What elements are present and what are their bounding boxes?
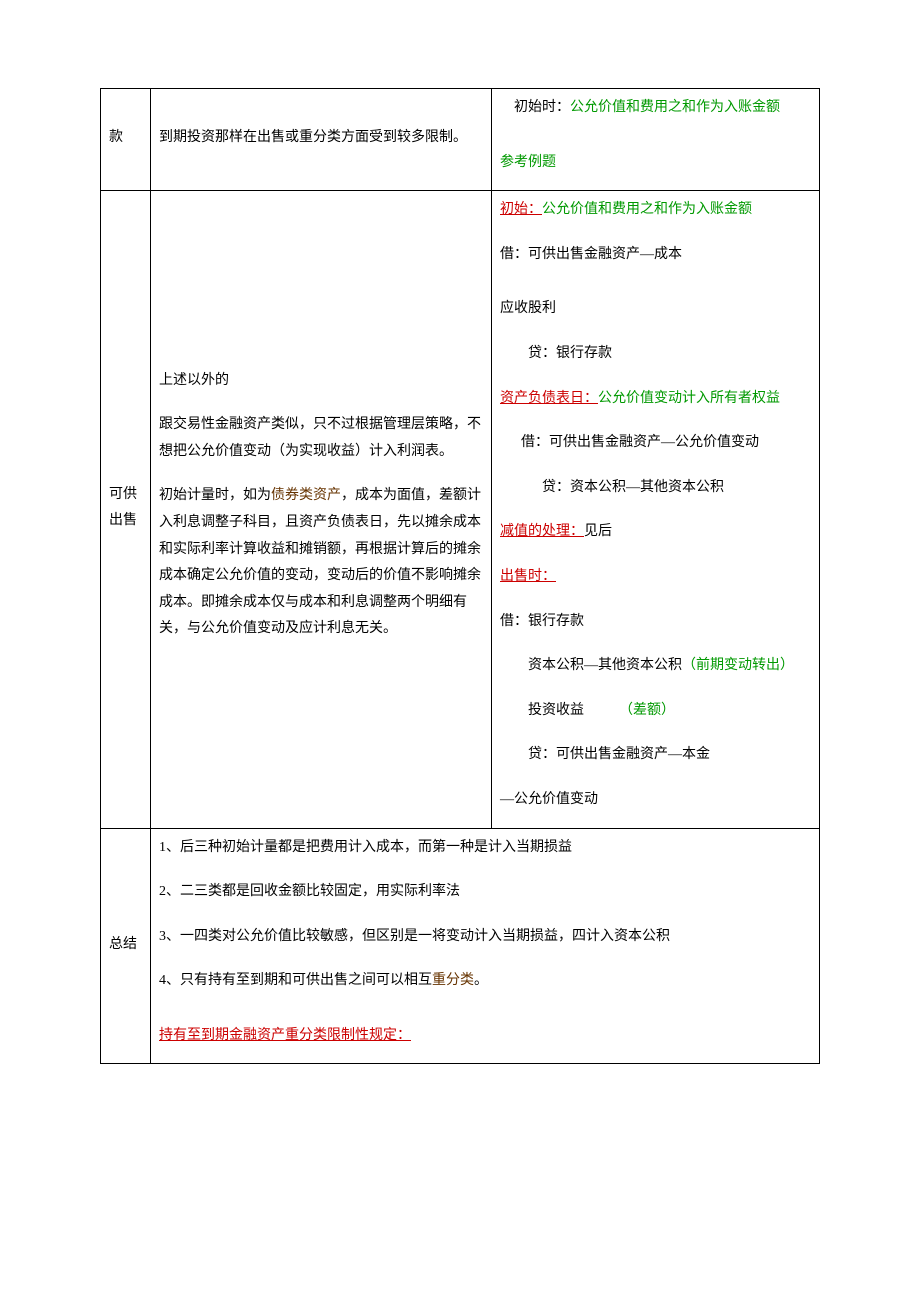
paragraph: 借：可供出售金融资产—成本	[500, 242, 811, 269]
paragraph: 3、一四类对公允价值比较敏感，但区别是一将变动计入当期损益，四计入资本公积	[159, 924, 811, 951]
paragraph: 初始时：公允价值和费用之和作为入账金额	[500, 95, 811, 122]
detail-cell: 初始时：公允价值和费用之和作为入账金额 参考例题	[492, 89, 820, 191]
paragraph: 上述以外的	[159, 368, 483, 395]
text: 初始时：	[500, 100, 570, 115]
paragraph: 资本公积—其他资本公积（前期变动转出）	[500, 653, 811, 680]
link-text: 出售时：	[500, 569, 556, 584]
highlight-text: 公允价值变动计入所有者权益	[598, 391, 780, 406]
paragraph: 2、二三类都是回收金额比较固定，用实际利率法	[159, 879, 811, 906]
paragraph: 贷：资本公积—其他资本公积	[500, 475, 811, 502]
paragraph: 跟交易性金融资产类似，只不过根据管理层策略，不想把公允价值变动（为实现收益）计入…	[159, 412, 483, 465]
paragraph: 初始计量时，如为债券类资产，成本为面值，差额计入利息调整子科目，且资产负债表日，…	[159, 483, 483, 643]
text: 到期投资那样在出售或重分类方面受到较多限制。	[159, 130, 467, 145]
text: 投资收益	[528, 703, 584, 718]
text: 4、只有持有至到期和可供出售之间可以相互	[159, 973, 432, 988]
paragraph: 投资收益 （差额）	[500, 698, 811, 725]
table-row: 可供出售 上述以外的 跟交易性金融资产类似，只不过根据管理层策略，不想把公允价值…	[101, 191, 820, 828]
paragraph: 贷：银行存款	[500, 341, 811, 368]
text: 。	[474, 973, 488, 988]
highlight-text: 公允价值和费用之和作为入账金额	[542, 202, 752, 217]
paragraph: 参考例题	[500, 150, 811, 177]
category-cell: 可供出售	[101, 191, 151, 828]
link-text: 持有至到期金融资产重分类限制性规定：	[159, 1028, 411, 1043]
paragraph: —公允价值变动	[500, 787, 811, 814]
category-cell: 款	[101, 89, 151, 191]
paragraph: 资产负债表日：公允价值变动计入所有者权益	[500, 386, 811, 413]
text: 初始计量时，如为	[159, 488, 271, 503]
paragraph: 贷：可供出售金融资产—本金	[500, 742, 811, 769]
content-table: 款 到期投资那样在出售或重分类方面受到较多限制。 初始时：公允价值和费用之和作为…	[100, 88, 820, 1064]
highlight-text: 重分类	[432, 973, 474, 988]
paragraph: 4、只有持有至到期和可供出售之间可以相互重分类。	[159, 968, 811, 995]
link-text: 资产负债表日：	[500, 391, 598, 406]
paragraph: 借：银行存款	[500, 609, 811, 636]
highlight-text: 公允价值和费用之和作为入账金额	[570, 100, 780, 115]
summary-cell: 1、后三种初始计量都是把费用计入成本，而第一种是计入当期损益 2、二三类都是回收…	[151, 828, 820, 1064]
table-row: 总结 1、后三种初始计量都是把费用计入成本，而第一种是计入当期损益 2、二三类都…	[101, 828, 820, 1064]
text: 见后	[584, 524, 612, 539]
text: 资本公积—其他资本公积	[528, 658, 682, 673]
category-cell: 总结	[101, 828, 151, 1064]
paragraph: 借：可供出售金融资产—公允价值变动	[500, 430, 811, 457]
paragraph: 持有至到期金融资产重分类限制性规定：	[159, 1023, 811, 1050]
paragraph: 应收股利	[500, 296, 811, 323]
highlight-text: 债券类资产	[271, 488, 341, 503]
description-cell: 上述以外的 跟交易性金融资产类似，只不过根据管理层策略，不想把公允价值变动（为实…	[151, 191, 492, 828]
paragraph: 1、后三种初始计量都是把费用计入成本，而第一种是计入当期损益	[159, 835, 811, 862]
paragraph: 减值的处理：见后	[500, 519, 811, 546]
highlight-text: 参考例题	[500, 155, 556, 170]
paragraph: 初始：公允价值和费用之和作为入账金额	[500, 197, 811, 224]
detail-cell: 初始：公允价值和费用之和作为入账金额 借：可供出售金融资产—成本 应收股利 贷：…	[492, 191, 820, 828]
highlight-text: （前期变动转出）	[682, 658, 794, 673]
link-text: 初始：	[500, 202, 542, 217]
highlight-text: （差额）	[626, 703, 675, 718]
description-cell: 到期投资那样在出售或重分类方面受到较多限制。	[151, 89, 492, 191]
table-row: 款 到期投资那样在出售或重分类方面受到较多限制。 初始时：公允价值和费用之和作为…	[101, 89, 820, 191]
link-text: 减值的处理：	[500, 524, 584, 539]
paragraph: 出售时：	[500, 564, 811, 591]
text: ，成本为面值，差额计入利息调整子科目，且资产负债表日，先以摊余成本和实际利率计算…	[159, 488, 481, 636]
